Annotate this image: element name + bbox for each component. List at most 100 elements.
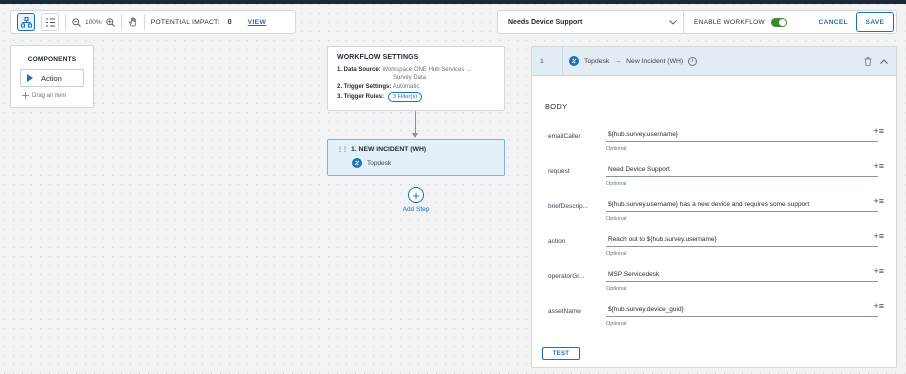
trigger-rules-chip[interactable]: 3 Filter(s): [387, 92, 423, 102]
node-connector-row: Topdesk: [352, 158, 495, 168]
plus-circle-icon: +: [408, 187, 424, 203]
step-number: 1: [540, 57, 544, 65]
field-label: emailCaller: [548, 133, 581, 140]
breadcrumb-source: Topdesk: [584, 57, 610, 65]
field-hint: Optional: [606, 146, 627, 152]
pan-hand-icon[interactable]: [128, 17, 138, 27]
field-input[interactable]: MSP Servicedesk: [606, 267, 878, 282]
test-button[interactable]: TEST: [542, 347, 580, 360]
field-input[interactable]: ${hub.survey.device_guid}: [606, 302, 878, 317]
field-input[interactable]: Reach out to ${hub.survey.username}: [606, 232, 878, 247]
toolbar-divider: [143, 14, 145, 30]
flow-connector: [415, 111, 416, 135]
field-hint: Optional: [606, 181, 627, 187]
data-source-label: 1. Data Source:: [337, 67, 381, 73]
step-config-panel: 1 Topdesk → New Incident (WH) i BODY ema…: [531, 46, 897, 368]
field-hint: Optional: [606, 251, 627, 257]
info-icon[interactable]: i: [688, 56, 698, 66]
list-view-button[interactable]: [41, 13, 59, 31]
topdesk-icon: [569, 56, 579, 66]
trigger-settings-line: 2. Trigger Settings: Automatic: [337, 83, 495, 92]
header-divider: [562, 47, 563, 76]
trash-icon[interactable]: [864, 56, 872, 66]
top-nav-bar: [0, 0, 906, 4]
potential-impact-value: 0: [227, 18, 232, 26]
field-hint: Optional: [606, 321, 627, 327]
data-source-value-2: Survey Data: [393, 75, 427, 81]
field-hint: Optional: [606, 216, 627, 222]
field-label: operatorGr...: [548, 273, 585, 280]
breadcrumb-arrow: →: [614, 57, 622, 65]
workflow-select[interactable]: Needs Device Support: [508, 11, 684, 33]
insert-variable-icon[interactable]: +≡: [873, 127, 884, 136]
zoom-controls: 100%: [72, 17, 115, 27]
drag-handle-icon[interactable]: ⋮⋮: [337, 146, 348, 153]
insert-variable-icon[interactable]: +≡: [873, 197, 884, 206]
workflow-settings-title: WORKFLOW SETTINGS: [337, 54, 419, 61]
header-actions: [864, 56, 888, 66]
insert-variable-icon[interactable]: +≡: [873, 302, 884, 311]
canvas-toolbar: 100% POTENTIAL IMPACT: 0 VIEW: [10, 10, 296, 34]
field-hint: Optional: [606, 286, 627, 292]
body-section-title: BODY: [545, 102, 568, 111]
workflow-settings-card[interactable]: WORKFLOW SETTINGS 1. Data Source: Worksp…: [327, 46, 505, 111]
view-impact-link[interactable]: VIEW: [248, 19, 267, 26]
list-icon: [45, 18, 55, 26]
step-breadcrumb: Topdesk → New Incident (WH) i: [569, 56, 698, 66]
workflow-select-value: Needs Device Support: [508, 18, 583, 26]
node-connector-name: Topdesk: [367, 159, 392, 167]
cancel-button[interactable]: CANCEL: [819, 19, 848, 26]
add-step-label: Add Step: [402, 206, 430, 213]
field-operator-group: operatorGr... MSP Servicedesk Optional +…: [548, 267, 884, 297]
toolbar-divider: [120, 14, 122, 30]
workflow-header: Needs Device Support ENABLE WORKFLOW CAN…: [497, 10, 897, 34]
zoom-out-icon[interactable]: [72, 17, 81, 27]
trigger-settings-label: 2. Trigger Settings:: [337, 84, 392, 90]
insert-variable-icon[interactable]: +≡: [873, 267, 884, 276]
topdesk-icon: [352, 158, 362, 168]
trigger-rules-line: 3. Trigger Rules: 3 Filter(s): [337, 92, 495, 102]
flow-arrow: [412, 133, 418, 138]
enable-workflow-label: ENABLE WORKFLOW: [694, 18, 765, 26]
components-panel: COMPONENTS Action Drag an item: [10, 45, 94, 108]
drag-hint: Drag an item: [20, 92, 84, 99]
chevron-down-icon: [669, 19, 677, 25]
zoom-in-icon[interactable]: [105, 17, 115, 27]
components-title: COMPONENTS: [27, 56, 77, 63]
toolbar-divider: [65, 14, 66, 30]
action-component-label: Action: [41, 73, 62, 83]
field-input[interactable]: Need Device Support: [606, 162, 878, 177]
add-step-button[interactable]: + Add Step: [399, 187, 433, 213]
field-input[interactable]: ${hub.survey.username} has a new device …: [606, 197, 878, 212]
enable-workflow-toggle[interactable]: [770, 17, 787, 27]
field-label: action: [548, 238, 566, 245]
action-component[interactable]: Action: [20, 69, 84, 87]
insert-variable-icon[interactable]: +≡: [873, 232, 884, 241]
node-title: 1. NEW INCIDENT (WH): [351, 146, 427, 153]
move-icon: [22, 92, 29, 99]
field-label: briefDescrip...: [548, 203, 589, 210]
chevron-up-icon[interactable]: [880, 58, 888, 64]
save-button[interactable]: SAVE: [856, 12, 894, 32]
field-input[interactable]: ${hub.survey.username}: [606, 127, 878, 142]
zoom-level: 100%: [85, 18, 102, 26]
field-request: request Need Device Support Optional +≡: [548, 162, 884, 192]
hierarchy-icon: [20, 16, 32, 27]
field-brief-description: briefDescrip... ${hub.survey.username} h…: [548, 197, 884, 227]
enable-workflow: ENABLE WORKFLOW: [694, 17, 787, 27]
trigger-settings-value: Automatic: [392, 84, 420, 90]
flow-view-button[interactable]: [17, 13, 35, 31]
field-label: assetName: [548, 308, 581, 315]
data-source-value: Workspace ONE Hub Services →: [382, 67, 472, 73]
field-email-caller: emailCaller ${hub.survey.username} Optio…: [548, 127, 884, 157]
step-config-header: 1 Topdesk → New Incident (WH) i: [532, 47, 896, 76]
workflow-step-node[interactable]: ⋮⋮ 1. NEW INCIDENT (WH) Topdesk: [327, 139, 505, 176]
node-title-row: ⋮⋮ 1. NEW INCIDENT (WH): [337, 146, 495, 153]
breadcrumb-target: New Incident (WH): [626, 57, 684, 65]
potential-impact-label: POTENTIAL IMPACT:: [150, 18, 220, 26]
field-action: action Reach out to ${hub.survey.usernam…: [548, 232, 884, 262]
drag-hint-text: Drag an item: [32, 92, 67, 99]
insert-variable-icon[interactable]: +≡: [873, 162, 884, 171]
trigger-rules-label: 3. Trigger Rules:: [337, 94, 385, 100]
play-icon: [27, 74, 33, 82]
